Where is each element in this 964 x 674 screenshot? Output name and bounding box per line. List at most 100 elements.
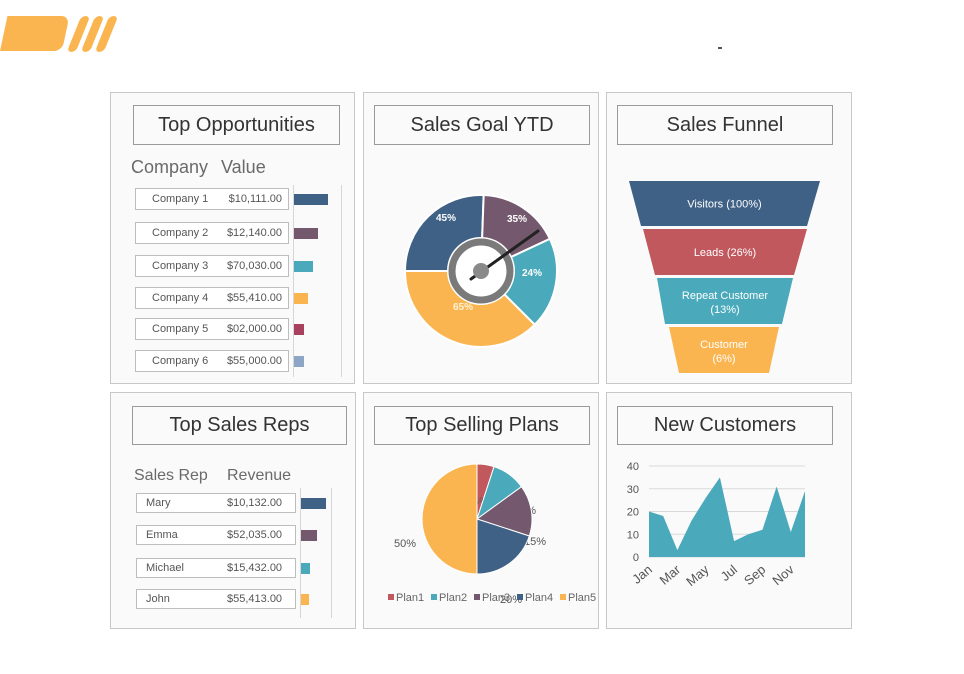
axis-line [331, 488, 332, 618]
rep-revenue: $15,432.00 [227, 562, 283, 574]
column-header-sales-rep: Sales Rep [134, 467, 208, 484]
legend-swatch [474, 594, 480, 600]
plans-pie-chart: 5%10%15%20%50%Plan1Plan2Plan3Plan4Plan5 [388, 463, 596, 606]
revenue-bar [301, 530, 317, 541]
panel-title: Top Selling Plans [374, 406, 590, 445]
company-value: $55,410.00 [226, 292, 282, 304]
opportunity-row[interactable]: Company 6 $55,000.00 [135, 350, 289, 372]
y-tick-label: 10 [627, 529, 639, 541]
top-sales-reps-panel: Top Sales Reps Sales Rep Revenue Mary $10… [110, 392, 356, 629]
dash-mark [718, 47, 722, 49]
column-header-company: Company [131, 157, 209, 177]
y-tick-label: 30 [627, 484, 639, 496]
gauge-hub [473, 263, 489, 279]
sales-rep-row[interactable]: Michael $15,432.00 [136, 558, 296, 578]
sales-goal-panel: Sales Goal YTD 45% 35% 24% 65% [363, 92, 599, 384]
axis-line [293, 185, 294, 377]
gauge-segment-label: 24% [522, 268, 542, 279]
company-value: $55,000.00 [226, 355, 282, 367]
value-bar [294, 324, 304, 335]
funnel-stage-label: Leads (26%) [694, 247, 756, 259]
rep-name: Emma [146, 529, 178, 541]
legend-swatch [388, 594, 394, 600]
value-bar [294, 194, 328, 205]
revenue-bar [301, 563, 310, 574]
pie-slice-label: 50% [394, 538, 416, 550]
opportunity-row[interactable]: Company 5 $02,000.00 [135, 318, 289, 340]
x-tick-label: Mar [656, 561, 683, 587]
company-value: $12,140.00 [226, 227, 282, 239]
logo-bar-shape [0, 16, 70, 51]
company-value: $70,030.00 [226, 260, 282, 272]
x-tick-label: Jan [629, 562, 655, 587]
legend-label: Plan1 [396, 592, 424, 604]
value-bar [294, 261, 313, 272]
sales-goal-gauge: 45% 35% 24% 65% [403, 194, 558, 348]
gauge-segment-label: 45% [436, 213, 456, 224]
company-name: Company 1 [152, 193, 209, 205]
revenue-bar [301, 594, 309, 605]
opportunity-row[interactable]: Company 1 $10,111.00 [135, 188, 289, 210]
opportunity-row[interactable]: Company 2 $12,140.00 [135, 222, 289, 244]
pie-slice [421, 463, 478, 575]
sales-funnel-chart: Visitors (100%) Leads (26%) Repeat Custome… [629, 181, 820, 373]
company-name: Company 4 [152, 292, 209, 304]
panel-title: New Customers [617, 406, 833, 445]
rep-revenue: $55,413.00 [227, 593, 283, 605]
opportunity-row[interactable]: Company 3 $70,030.00 [135, 255, 289, 277]
area-series [649, 477, 805, 557]
sales-rep-row[interactable]: Emma $52,035.00 [136, 525, 296, 545]
y-tick-label: 40 [627, 461, 639, 473]
column-header-value: Value [221, 157, 266, 177]
funnel-stage-label: Customer [700, 339, 748, 351]
new-customers-area-chart: 0 10 20 30 40 Jan Mar May Jul Sep Nov [627, 461, 805, 589]
legend-label: Plan3 [482, 592, 510, 604]
funnel-stage-label: Visitors (100%) [687, 199, 761, 211]
panel-title: Sales Funnel [617, 105, 833, 145]
gauge-segment-label: 65% [453, 302, 473, 313]
rep-revenue: $52,035.00 [227, 529, 283, 541]
value-bar [294, 293, 308, 304]
axis-line [341, 185, 342, 377]
company-name: Company 3 [152, 260, 209, 272]
y-tick-label: 20 [627, 507, 639, 519]
x-tick-label: Nov [769, 561, 797, 588]
value-bar [294, 356, 304, 367]
new-customers-panel: New Customers 0 10 20 30 40 Jan Mar May Jul Sep No… [606, 392, 852, 629]
legend-swatch [431, 594, 437, 600]
funnel-stage-label: Repeat Customer [682, 290, 769, 302]
panel-title: Top Opportunities [133, 105, 340, 145]
top-opportunities-panel: Top Opportunities Company Value Company … [110, 92, 355, 384]
company-name: Company 5 [152, 323, 209, 335]
legend-swatch [560, 594, 566, 600]
rep-name: Mary [146, 497, 171, 509]
legend-swatch [517, 594, 523, 600]
rep-name: John [146, 593, 170, 605]
top-selling-plans-panel: Top Selling Plans 5%10%15%20%50%Plan1Pla… [363, 392, 599, 629]
y-tick-label: 0 [633, 552, 639, 564]
column-header-revenue: Revenue [227, 467, 292, 484]
rep-name: Michael [146, 562, 184, 574]
company-name: Company 6 [152, 355, 209, 367]
company-name: Company 2 [152, 227, 209, 239]
legend-label: Plan5 [568, 592, 596, 604]
x-tick-label: Sep [741, 562, 768, 588]
x-tick-label: May [683, 561, 712, 589]
company-value: $10,111.00 [228, 193, 282, 205]
sales-rep-row[interactable]: John $55,413.00 [136, 589, 296, 609]
opportunity-row[interactable]: Company 4 $55,410.00 [135, 287, 289, 309]
legend-label: Plan2 [439, 592, 467, 604]
legend-label: Plan4 [525, 592, 553, 604]
company-value: $02,000.00 [226, 323, 282, 335]
gauge-segment-label: 35% [507, 214, 527, 225]
sales-rep-row[interactable]: Mary $10,132.00 [136, 493, 296, 513]
funnel-stage-percent: (13%) [710, 304, 739, 316]
rep-revenue: $10,132.00 [227, 497, 283, 509]
x-tick-label: Jul [718, 562, 740, 584]
sales-funnel-panel: Sales Funnel Visitors (100%) Leads (26%) R… [606, 92, 852, 384]
funnel-stage-percent: (6%) [712, 353, 735, 365]
revenue-bar [301, 498, 326, 509]
panel-title: Sales Goal YTD [374, 105, 590, 145]
value-bar [294, 228, 318, 239]
panel-title: Top Sales Reps [132, 406, 347, 445]
